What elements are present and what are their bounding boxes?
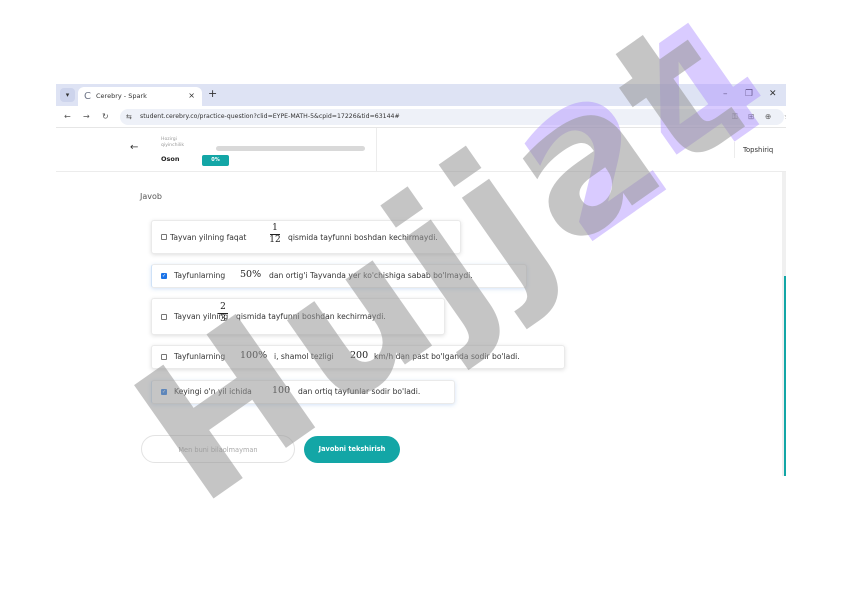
progress-badge: 0% bbox=[202, 155, 229, 166]
check-answer-button[interactable]: Javobni tekshirish bbox=[304, 436, 400, 463]
option-3-frac-num: 2 bbox=[220, 302, 226, 312]
restore-button[interactable]: ❐ bbox=[745, 88, 753, 101]
zoom-icon[interactable]: ⊕ bbox=[765, 111, 771, 123]
reload-icon[interactable]: ↻ bbox=[102, 111, 109, 123]
option-5-text-after: dan ortiq tayfunlar sodir bo'ladi. bbox=[298, 387, 421, 396]
back-nav-icon[interactable]: ← bbox=[64, 111, 71, 123]
answer-option-3[interactable]: Tayvan yilning 2 3 qismida tayfunni bosh… bbox=[151, 298, 445, 335]
option-3-text-after: qismida tayfunni boshdan kechirmaydi. bbox=[236, 312, 386, 321]
answer-option-1[interactable]: Tayvan yilning faqat 1 12 qismida tayfun… bbox=[151, 220, 461, 254]
option-4-math: 100% bbox=[240, 350, 268, 361]
answer-option-5[interactable]: Keyingi o'n yil ichida 100 dan ortiq tay… bbox=[151, 380, 455, 404]
close-window-button[interactable]: ✕ bbox=[769, 88, 777, 101]
option-4-checkbox[interactable] bbox=[161, 354, 167, 360]
option-1-frac-den: 12 bbox=[269, 235, 281, 245]
dont-know-button-label: Men buni bilaolmayman bbox=[178, 446, 258, 454]
option-1-fraction: 1 12 bbox=[269, 223, 281, 246]
option-3-frac-den: 3 bbox=[220, 314, 226, 324]
option-2-text-before: Tayfunlarning bbox=[174, 271, 226, 280]
browser-tab[interactable]: C Cerebry - Spark × bbox=[78, 87, 202, 106]
scrollbar-thumb[interactable] bbox=[784, 276, 786, 476]
option-2-text-after: dan ortig'i Tayvanda yer ko'chishiga sab… bbox=[269, 271, 473, 280]
tasks-button-label: Topshiriq bbox=[743, 146, 774, 154]
back-arrow-icon[interactable]: ← bbox=[130, 142, 138, 154]
page: ▾ C Cerebry - Spark × + – ❐ ✕ ← → ↻ ⇆ st… bbox=[0, 0, 842, 596]
option-1-text-before: Tayvan yilning faqat bbox=[170, 233, 247, 242]
difficulty-label: Hozirgi qiyinchilik bbox=[161, 137, 185, 148]
option-2-math: 50% bbox=[240, 269, 262, 280]
browser-toolbar: ← → ↻ ⇆ student.cerebry.co/practice-ques… bbox=[56, 106, 786, 128]
tab-bar: ▾ C Cerebry - Spark × + – ❐ ✕ bbox=[56, 84, 786, 106]
option-2-checkbox[interactable] bbox=[161, 272, 167, 280]
cerebry-favicon-icon: C bbox=[84, 91, 91, 102]
address-bar[interactable]: ⇆ student.cerebry.co/practice-question?c… bbox=[120, 109, 786, 125]
option-1-text-after: qismida tayfunni boshdan kechirmaydi. bbox=[288, 233, 438, 242]
option-4-text-before: Tayfunlarning bbox=[174, 352, 226, 361]
answer-heading: Javob bbox=[140, 192, 162, 201]
new-tab-button[interactable]: + bbox=[208, 87, 217, 101]
answer-option-2[interactable]: Tayfunlarning 50% dan ortig'i Tayvanda y… bbox=[151, 264, 527, 288]
progress-bar bbox=[216, 146, 365, 151]
answer-option-4[interactable]: Tayfunlarning 100% i, shamol tezligi 200… bbox=[151, 345, 565, 369]
dont-know-button[interactable]: Men buni bilaolmayman bbox=[141, 435, 295, 463]
tab-title: Cerebry - Spark bbox=[96, 92, 147, 100]
option-5-text-before: Keyingi o'n yil ichida bbox=[174, 387, 252, 396]
option-4-text-after: km/h dan past bo'lganda sodir bo'ladi. bbox=[374, 352, 520, 361]
option-5-checkbox[interactable] bbox=[161, 388, 167, 396]
option-3-fraction: 2 3 bbox=[217, 302, 229, 325]
forward-nav-icon[interactable]: → bbox=[83, 111, 90, 123]
bookmark-star-icon[interactable]: ☆ bbox=[784, 111, 786, 123]
app-header: ← Hozirgi qiyinchilik Oson 0% Topshiriq bbox=[56, 128, 786, 172]
check-answer-button-label: Javobni tekshirish bbox=[318, 445, 386, 453]
site-settings-icon[interactable]: ⇆ bbox=[126, 111, 132, 123]
tasks-button[interactable]: Topshiriq bbox=[734, 142, 786, 158]
option-1-frac-num: 1 bbox=[272, 223, 278, 233]
key-icon[interactable]: ⚿ bbox=[732, 111, 738, 123]
tab-search-dropdown-icon[interactable]: ▾ bbox=[60, 88, 75, 102]
tab-close-icon[interactable]: × bbox=[188, 90, 195, 102]
option-5-math: 100 bbox=[272, 385, 291, 396]
url-text[interactable]: student.cerebry.co/practice-question?cli… bbox=[140, 112, 400, 122]
option-4-math-2: 200 bbox=[350, 350, 369, 361]
translate-icon[interactable]: ⊞ bbox=[748, 111, 754, 123]
difficulty-value: Oson bbox=[161, 155, 180, 163]
minimize-button[interactable]: – bbox=[723, 88, 728, 101]
option-1-checkbox[interactable] bbox=[161, 234, 167, 240]
browser-window: ▾ C Cerebry - Spark × + – ❐ ✕ ← → ↻ ⇆ st… bbox=[56, 84, 786, 476]
option-3-checkbox[interactable] bbox=[161, 314, 167, 320]
option-4-text-mid: i, shamol tezligi bbox=[274, 352, 334, 361]
header-divider bbox=[376, 128, 377, 172]
